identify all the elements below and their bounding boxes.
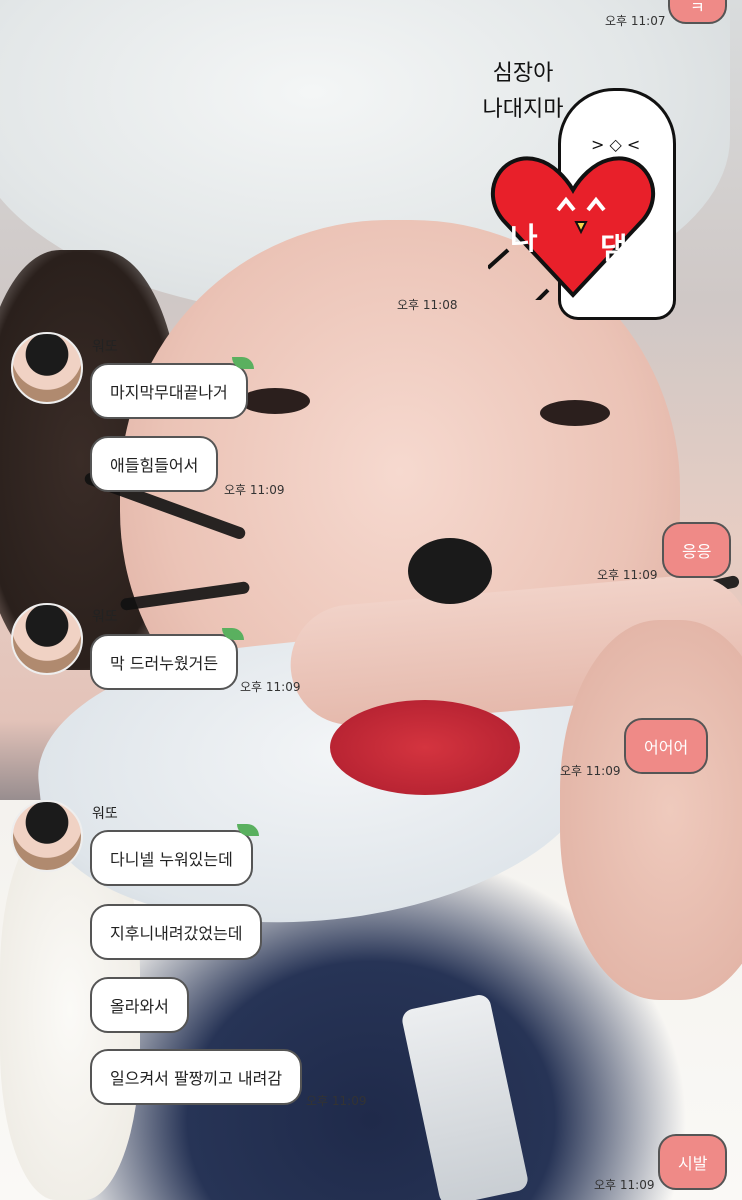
sticker-caption-line1: 심장아 [492, 61, 554, 86]
heart-hug-sticker[interactable]: 심장아 나대지마 > ◇ < 나 댐 [468, 56, 708, 320]
eye-right [540, 400, 610, 426]
message-time: 오후 11:09 [224, 483, 285, 497]
message-text: 일으켜서 팔짱끼고 내려감 [110, 1069, 283, 1088]
message-text: 시발 [678, 1154, 708, 1173]
message-text: 응응 [682, 542, 712, 561]
sender-name: 워또 [92, 609, 118, 625]
message-time: 오후 11:09 [594, 1178, 655, 1192]
hand-shape [560, 620, 742, 1000]
their-message-bubble[interactable]: 다니넬 누워있는데 [90, 824, 259, 886]
eye-left [240, 388, 310, 414]
my-message-bubble[interactable]: 어어어 [624, 718, 709, 774]
heart-icon: 나 댐 [486, 150, 658, 312]
heart-letter-right: 댐 [600, 232, 628, 267]
avatar[interactable] [11, 332, 83, 404]
message-text: 지후니내려갔었는데 [110, 924, 243, 943]
message-text: 막 드러누웠거든 [110, 654, 219, 673]
avatar[interactable] [11, 800, 83, 872]
their-message-bubble[interactable]: 일으켜서 팔짱끼고 내려감 [90, 1049, 303, 1105]
their-message-bubble[interactable]: 마지막무대끝나거 [90, 357, 254, 419]
lips-shape [330, 700, 520, 795]
message-text: ㅋ [690, 0, 705, 17]
message-time: 오후 11:09 [240, 680, 301, 694]
message-time: 오후 11:09 [306, 1094, 367, 1108]
message-time: 오후 11:09 [560, 764, 621, 778]
message-text: 애들힘들어서 [110, 456, 199, 475]
my-message-bubble[interactable]: ㅋ [668, 0, 727, 24]
message-text: 다니넬 누워있는데 [110, 850, 233, 869]
message-text: 마지막무대끝나거 [110, 383, 228, 402]
their-message-bubble[interactable]: 지후니내려갔었는데 [90, 904, 263, 960]
sender-name: 워또 [92, 806, 118, 822]
my-message-bubble[interactable]: 응응 [662, 522, 732, 578]
message-time: 오후 11:07 [605, 14, 666, 28]
sticker-caption: 심장아 나대지마 [468, 56, 578, 128]
their-message-bubble[interactable]: 올라와서 [90, 977, 189, 1033]
their-message-bubble[interactable]: 막 드러누웠거든 [90, 628, 245, 690]
message-text: 올라와서 [110, 997, 169, 1016]
my-message-bubble[interactable]: 시발 [658, 1134, 728, 1190]
their-message-bubble[interactable]: 애들힘들어서 [90, 436, 219, 492]
nose-drawing [408, 538, 492, 604]
avatar[interactable] [11, 603, 83, 675]
heart-letter-left: 나 [510, 222, 538, 257]
sticker-time: 오후 11:08 [397, 298, 458, 312]
message-text: 어어어 [644, 738, 689, 757]
sender-name: 워또 [92, 339, 118, 355]
message-time: 오후 11:09 [597, 568, 658, 582]
